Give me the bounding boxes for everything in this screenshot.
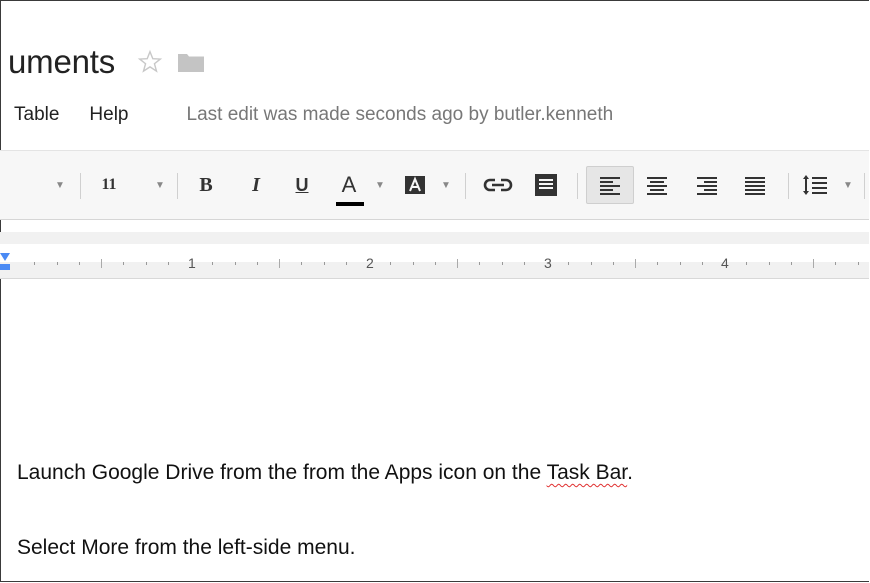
window-frame (0, 0, 869, 582)
ruler-tick (413, 262, 414, 265)
toolbar-separator (465, 173, 466, 199)
ruler-tick (79, 262, 80, 265)
ruler-number: 4 (721, 255, 729, 271)
ruler-tick (479, 262, 480, 265)
ruler-tick (235, 262, 236, 265)
font-size-field[interactable]: 11 (92, 151, 126, 219)
ruler-tick (680, 262, 681, 265)
first-line-indent-marker[interactable] (0, 264, 10, 270)
underline-button[interactable]: U (288, 151, 316, 219)
ruler-tick (568, 262, 569, 265)
ruler-tick (146, 262, 147, 265)
align-center-icon (647, 177, 667, 195)
star-icon[interactable] (137, 49, 163, 75)
ruler-number: 3 (544, 255, 552, 271)
last-edit-status[interactable]: Last edit was made seconds ago by butler… (187, 104, 614, 126)
ruler-tick (34, 262, 35, 265)
link-icon (483, 178, 513, 192)
ruler-tick (123, 262, 124, 265)
ruler-number: 2 (366, 255, 374, 271)
ruler-tick (57, 262, 58, 265)
menu-table[interactable]: Table (14, 104, 59, 126)
ruler-track: 1 2 3 4 (0, 244, 869, 271)
text-color-caret[interactable]: ▼ (374, 151, 386, 219)
align-right-button[interactable] (690, 151, 724, 219)
ruler-tick (813, 259, 814, 268)
text-color-swatch (335, 202, 364, 206)
left-indent-marker[interactable] (0, 253, 10, 261)
paragraph-text: Launch Google Drive from the from the Ap… (17, 461, 547, 484)
ruler-tick (702, 262, 703, 265)
ruler-number: 1 (188, 255, 196, 271)
comment-icon (535, 174, 557, 196)
document-title[interactable]: uments (8, 43, 115, 81)
ruler-tick (635, 259, 636, 268)
align-right-icon (697, 177, 717, 195)
toolbar-separator (80, 173, 81, 199)
line-spacing-button[interactable] (798, 151, 832, 219)
formatting-toolbar: ▼ 11 ▼ B I U A ▼ ▼ ▼ (0, 150, 869, 220)
ruler-tick (769, 262, 770, 265)
bold-icon: B (199, 173, 213, 196)
ruler-tick (858, 262, 859, 265)
font-dropdown-caret[interactable]: ▼ (52, 151, 68, 219)
align-center-button[interactable] (640, 151, 674, 219)
ruler-tick (746, 262, 747, 265)
align-left-icon (600, 177, 620, 195)
ruler-tick (168, 262, 169, 265)
toolbar-separator (177, 173, 178, 199)
ruler-tick (301, 262, 302, 265)
ruler-tick (524, 262, 525, 265)
document-paragraph[interactable]: Launch Google Drive from the from the Ap… (17, 461, 633, 485)
ruler-tick (613, 262, 614, 265)
paragraph-text: Select More from the left-side menu. (17, 536, 356, 559)
ruler-tick (657, 262, 658, 265)
align-justify-icon (745, 177, 765, 195)
text-color-button[interactable]: A (334, 151, 364, 219)
toolbar-separator (864, 173, 865, 199)
ruler-tick (591, 262, 592, 265)
line-spacing-icon (803, 175, 827, 195)
ruler-tick (279, 259, 280, 268)
text-color-icon: A (335, 172, 364, 206)
insert-comment-button[interactable] (530, 151, 562, 219)
line-spacing-caret[interactable]: ▼ (842, 151, 854, 219)
ruler[interactable]: 1 2 3 4 (0, 232, 869, 279)
italic-icon: I (252, 173, 260, 196)
ruler-tick (435, 262, 436, 265)
menu-bar: Table Help Last edit was made seconds ag… (14, 100, 613, 130)
folder-icon[interactable] (177, 51, 205, 73)
menu-help[interactable]: Help (89, 104, 128, 126)
highlight-color-caret[interactable]: ▼ (440, 151, 452, 219)
text-color-letter: A (341, 172, 357, 197)
highlight-color-icon (405, 176, 425, 194)
ruler-tick (390, 262, 391, 265)
ruler-tick (835, 262, 836, 265)
ruler-tick (791, 262, 792, 265)
paragraph-text: . (627, 461, 633, 484)
underline-icon: U (295, 174, 309, 195)
ruler-tick (101, 259, 102, 268)
align-left-button[interactable] (586, 166, 634, 204)
ruler-tick (212, 262, 213, 265)
insert-link-button[interactable] (480, 151, 516, 219)
toolbar-separator (577, 173, 578, 199)
font-size-value: 11 (101, 176, 117, 193)
ruler-tick (502, 262, 503, 265)
document-paragraph[interactable]: Select More from the left-side menu. (17, 536, 355, 560)
ruler-tick (257, 262, 258, 265)
misspelled-word[interactable]: Task Bar (547, 461, 628, 484)
bold-button[interactable]: B (192, 151, 220, 219)
italic-button[interactable]: I (242, 151, 270, 219)
font-size-caret[interactable]: ▼ (152, 151, 168, 219)
ruler-tick (324, 262, 325, 265)
toolbar-separator (788, 173, 789, 199)
ruler-tick (346, 262, 347, 265)
highlight-color-button[interactable] (400, 151, 430, 219)
align-justify-button[interactable] (738, 151, 772, 219)
title-row: uments (8, 40, 205, 84)
ruler-tick (457, 259, 458, 268)
